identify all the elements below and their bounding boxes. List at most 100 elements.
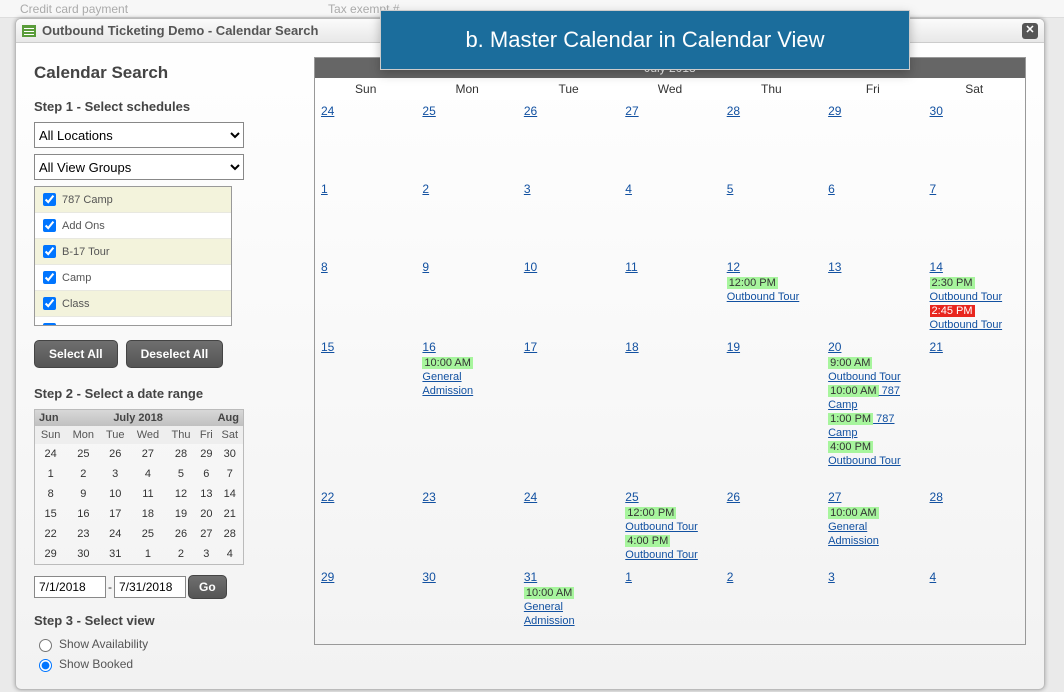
- mini-cal-day[interactable]: 7: [217, 464, 243, 484]
- schedule-row[interactable]: Add Ons: [35, 213, 231, 239]
- big-cal-daynum[interactable]: 3: [524, 182, 531, 196]
- mini-cal-day[interactable]: 13: [196, 484, 216, 504]
- mini-cal-day[interactable]: 18: [130, 504, 166, 524]
- big-cal-daynum[interactable]: 29: [828, 104, 841, 118]
- date-to-input[interactable]: [114, 576, 186, 598]
- locations-select[interactable]: All Locations: [34, 122, 244, 148]
- mini-cal-day[interactable]: 1: [35, 464, 66, 484]
- mini-cal-day[interactable]: 20: [196, 504, 216, 524]
- schedule-row[interactable]: 787 Camp: [35, 187, 231, 213]
- big-cal-daynum[interactable]: 17: [524, 340, 537, 354]
- mini-cal-day[interactable]: 3: [196, 544, 216, 564]
- big-cal-daynum[interactable]: 25: [625, 490, 638, 504]
- big-cal-daynum[interactable]: 16: [422, 340, 435, 354]
- mini-cal-prev[interactable]: Jun: [39, 412, 59, 424]
- mini-cal-day[interactable]: 31: [100, 544, 130, 564]
- mini-cal-day[interactable]: 27: [196, 524, 216, 544]
- mini-cal-day[interactable]: 26: [100, 444, 130, 464]
- calendar-event[interactable]: 10:00 AM General Admission: [422, 356, 511, 398]
- mini-cal-day[interactable]: 2: [66, 464, 100, 484]
- mini-cal-day[interactable]: 8: [35, 484, 66, 504]
- mini-cal-next[interactable]: Aug: [218, 412, 239, 424]
- big-cal-daynum[interactable]: 9: [422, 260, 429, 274]
- mini-cal-day[interactable]: 21: [217, 504, 243, 524]
- mini-cal-day[interactable]: 25: [130, 524, 166, 544]
- schedule-row[interactable]: B-17 Tour: [35, 239, 231, 265]
- big-cal-daynum[interactable]: 4: [930, 570, 937, 584]
- mini-cal-day[interactable]: 9: [66, 484, 100, 504]
- big-cal-daynum[interactable]: 21: [930, 340, 943, 354]
- big-cal-daynum[interactable]: 28: [930, 490, 943, 504]
- select-all-button[interactable]: Select All: [34, 340, 118, 368]
- big-cal-daynum[interactable]: 12: [727, 260, 740, 274]
- mini-cal-day[interactable]: 19: [166, 504, 196, 524]
- big-cal-daynum[interactable]: 29: [321, 570, 334, 584]
- mini-cal-day[interactable]: 4: [130, 464, 166, 484]
- big-cal-daynum[interactable]: 3: [828, 570, 835, 584]
- calendar-event[interactable]: 10:00 AM General Admission: [828, 506, 917, 548]
- show-availability-radio[interactable]: [39, 639, 52, 652]
- big-cal-daynum[interactable]: 31: [524, 570, 537, 584]
- big-cal-daynum[interactable]: 19: [727, 340, 740, 354]
- mini-calendar[interactable]: Jun July 2018 Aug SunMonTueWedThuFriSat2…: [34, 409, 244, 565]
- mini-cal-day[interactable]: 12: [166, 484, 196, 504]
- big-cal-daynum[interactable]: 22: [321, 490, 334, 504]
- mini-cal-day[interactable]: 1: [130, 544, 166, 564]
- mini-cal-day[interactable]: 11: [130, 484, 166, 504]
- date-from-input[interactable]: [34, 576, 106, 598]
- big-cal-daynum[interactable]: 28: [727, 104, 740, 118]
- mini-cal-day[interactable]: 28: [217, 524, 243, 544]
- schedule-checkbox[interactable]: [43, 245, 56, 258]
- mini-cal-day[interactable]: 17: [100, 504, 130, 524]
- schedule-list[interactable]: 787 CampAdd OnsB-17 TourCampClassCruises: [34, 186, 232, 326]
- big-cal-daynum[interactable]: 14: [930, 260, 943, 274]
- big-cal-daynum[interactable]: 26: [727, 490, 740, 504]
- big-cal-daynum[interactable]: 1: [625, 570, 632, 584]
- big-cal-daynum[interactable]: 15: [321, 340, 334, 354]
- mini-cal-day[interactable]: 29: [35, 544, 66, 564]
- big-cal-daynum[interactable]: 2: [422, 182, 429, 196]
- calendar-event[interactable]: 10:00 AM General Admission: [524, 586, 613, 628]
- mini-cal-day[interactable]: 29: [196, 444, 216, 464]
- big-cal-daynum[interactable]: 26: [524, 104, 537, 118]
- mini-cal-day[interactable]: 4: [217, 544, 243, 564]
- mini-cal-day[interactable]: 27: [130, 444, 166, 464]
- calendar-event[interactable]: 2:30 PM Outbound Tour: [930, 276, 1019, 304]
- mini-cal-day[interactable]: 10: [100, 484, 130, 504]
- mini-cal-day[interactable]: 3: [100, 464, 130, 484]
- mini-cal-day[interactable]: 23: [66, 524, 100, 544]
- mini-cal-day[interactable]: 22: [35, 524, 66, 544]
- big-cal-daynum[interactable]: 10: [524, 260, 537, 274]
- big-cal-daynum[interactable]: 30: [930, 104, 943, 118]
- big-cal-daynum[interactable]: 27: [828, 490, 841, 504]
- mini-cal-day[interactable]: 26: [166, 524, 196, 544]
- calendar-event[interactable]: 10:00 AM 787 Camp: [828, 384, 917, 412]
- big-cal-daynum[interactable]: 6: [828, 182, 835, 196]
- calendar-event[interactable]: 4:00 PM Outbound Tour: [625, 534, 714, 562]
- show-booked-radio[interactable]: [39, 659, 52, 672]
- mini-cal-day[interactable]: 2: [166, 544, 196, 564]
- calendar-event[interactable]: 12:00 PM Outbound Tour: [727, 276, 816, 304]
- big-cal-daynum[interactable]: 2: [727, 570, 734, 584]
- calendar-event[interactable]: 1:00 PM 787 Camp: [828, 412, 917, 440]
- deselect-all-button[interactable]: Deselect All: [126, 340, 224, 368]
- mini-cal-day[interactable]: 24: [35, 444, 66, 464]
- big-cal-daynum[interactable]: 8: [321, 260, 328, 274]
- big-cal-daynum[interactable]: 23: [422, 490, 435, 504]
- mini-cal-day[interactable]: 6: [196, 464, 216, 484]
- calendar-event[interactable]: 9:00 AM Outbound Tour: [828, 356, 917, 384]
- schedule-checkbox[interactable]: [43, 193, 56, 206]
- big-cal-daynum[interactable]: 1: [321, 182, 328, 196]
- mini-cal-day[interactable]: 25: [66, 444, 100, 464]
- big-cal-daynum[interactable]: 20: [828, 340, 841, 354]
- mini-cal-day[interactable]: 16: [66, 504, 100, 524]
- big-cal-daynum[interactable]: 13: [828, 260, 841, 274]
- schedule-checkbox[interactable]: [43, 271, 56, 284]
- mini-cal-day[interactable]: 30: [66, 544, 100, 564]
- big-cal-daynum[interactable]: 27: [625, 104, 638, 118]
- big-cal-daynum[interactable]: 11: [625, 260, 637, 274]
- schedule-row[interactable]: Class: [35, 291, 231, 317]
- calendar-event[interactable]: 2:45 PM Outbound Tour: [930, 304, 1019, 332]
- mini-cal-day[interactable]: 24: [100, 524, 130, 544]
- go-button[interactable]: Go: [188, 575, 227, 599]
